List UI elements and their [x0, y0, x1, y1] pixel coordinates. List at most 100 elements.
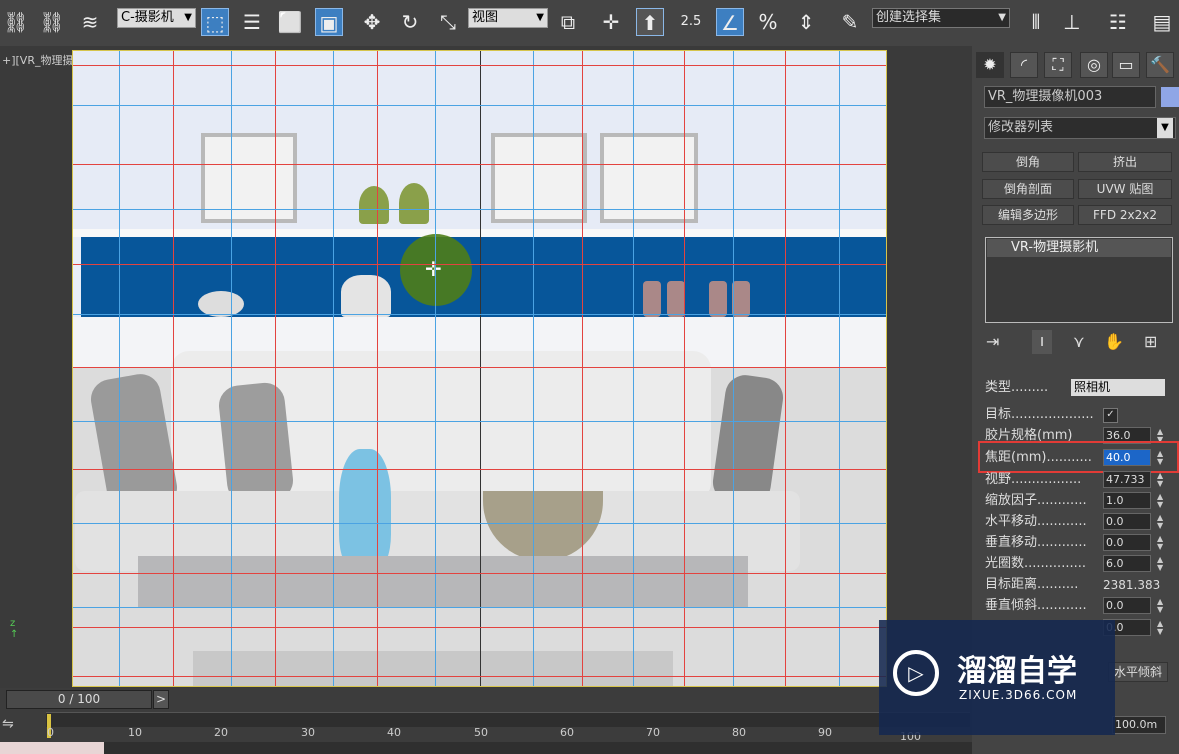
track-bar-icon[interactable]: ⇋: [2, 716, 26, 736]
unlink-icon[interactable]: ⛓: [38, 8, 66, 36]
grid-line: [73, 209, 886, 210]
scale-icon[interactable]: ⤡: [434, 8, 462, 36]
pin-stack-icon[interactable]: ⇥: [986, 332, 999, 351]
jar: [732, 281, 750, 317]
spinner-icon[interactable]: ▲ ▼: [1157, 493, 1163, 509]
grid-line: [73, 607, 886, 608]
modifier-button-bevel-profile[interactable]: 倒角剖面: [982, 179, 1074, 199]
modifier-button-bevel[interactable]: 倒角: [982, 152, 1074, 172]
tick-label: 10: [128, 726, 142, 739]
modifier-button-ffd[interactable]: FFD 2x2x2: [1078, 205, 1172, 225]
angle-snap-icon[interactable]: ∠: [716, 8, 744, 36]
configure-modifier-sets-icon[interactable]: ⊞: [1144, 332, 1157, 351]
modify-tab-icon[interactable]: ◜: [1010, 52, 1038, 78]
pivot-center-icon[interactable]: ⧉: [554, 8, 582, 36]
ribbon-icon[interactable]: ▤: [1148, 8, 1176, 36]
keyboard-shortcut-override-icon[interactable]: ⬆: [636, 8, 664, 36]
modifier-stack[interactable]: VR-物理摄影机: [985, 237, 1173, 323]
mirror-icon[interactable]: ⫴: [1022, 8, 1050, 36]
modifier-button-extrude[interactable]: 挤出: [1078, 152, 1172, 172]
spinner-icon[interactable]: ▲ ▼: [1157, 450, 1163, 466]
reference-coordinate-dropdown[interactable]: 视图 ▼: [468, 8, 548, 28]
rotate-icon[interactable]: ↻: [396, 8, 424, 36]
zoom-factor-input[interactable]: 1.0: [1103, 492, 1151, 509]
vertical-shift-input[interactable]: 0.0: [1103, 534, 1151, 551]
param-label: 目标....................: [985, 407, 1094, 422]
create-tab-icon[interactable]: ✹: [976, 52, 1004, 78]
selection-filter-dropdown[interactable]: C-摄影机 ▼: [117, 8, 196, 28]
vertical-tilt-input[interactable]: 0.0: [1103, 597, 1151, 614]
grid-line: [633, 51, 634, 686]
jar: [667, 281, 685, 317]
object-name-field[interactable]: VR_物理摄像机003: [984, 86, 1156, 108]
spinner-icon[interactable]: ▲ ▼: [1157, 535, 1163, 551]
grid-line: [582, 51, 583, 686]
bottom-value-input[interactable]: 100.0m: [1112, 716, 1166, 734]
status-bar-left: [0, 742, 104, 754]
select-by-name-icon[interactable]: ☰: [238, 8, 266, 36]
grid-line: [684, 51, 685, 686]
show-end-result-icon[interactable]: Ⅰ: [1032, 330, 1052, 354]
watermark-brand: 溜溜自学: [957, 654, 1077, 689]
watermark-url: ZIXUE.3D66.COM: [959, 688, 1078, 702]
f-number-input[interactable]: 6.0: [1103, 555, 1151, 572]
modifier-list-dropdown[interactable]: 修改器列表 ▼: [984, 117, 1176, 139]
param-zoom-factor: 缩放因子............ 1.0 ▲ ▼: [985, 491, 1170, 511]
utilities-tab-icon[interactable]: 🔨: [1146, 52, 1174, 78]
status-bar: [104, 742, 972, 754]
spinner-icon[interactable]: ▲ ▼: [1157, 514, 1163, 530]
grid-line: [839, 51, 840, 686]
percent-snap-icon[interactable]: %: [754, 8, 782, 36]
fov-input[interactable]: 47.733: [1103, 471, 1151, 488]
horizontal-shift-input[interactable]: 0.0: [1103, 513, 1151, 530]
spinner-snap-icon[interactable]: ⇕: [792, 8, 820, 36]
time-slider[interactable]: 0 / 100: [6, 690, 152, 709]
param-focal-length: 焦距(mm)........... 40.0 ▲ ▼: [985, 448, 1170, 468]
modifier-stack-item[interactable]: VR-物理摄影机: [987, 239, 1171, 257]
select-object-icon[interactable]: ⬚: [201, 8, 229, 36]
focal-length-input[interactable]: 40.0: [1103, 449, 1151, 466]
grid-line: [785, 51, 786, 686]
spinner-icon[interactable]: ▲ ▼: [1157, 620, 1163, 636]
motion-tab-icon[interactable]: ◎: [1080, 52, 1108, 78]
grid-line: [377, 51, 378, 686]
link-icon[interactable]: ⛓: [2, 8, 30, 36]
grid-line: [173, 51, 174, 686]
rectangular-selection-icon[interactable]: ⬜: [276, 8, 304, 36]
modifier-button-edit-poly[interactable]: 编辑多边形: [982, 205, 1074, 225]
camera-view-render[interactable]: ✛: [72, 50, 887, 687]
targeted-checkbox[interactable]: ✓: [1103, 408, 1118, 423]
named-selection-dropdown[interactable]: 创建选择集 ▼: [872, 8, 1010, 28]
horizontal-tilt-button[interactable]: 水平倾斜: [1108, 662, 1168, 682]
camera-type-dropdown[interactable]: 照相机: [1071, 379, 1165, 396]
hierarchy-tab-icon[interactable]: ⛶: [1044, 52, 1072, 78]
layer-manager-icon[interactable]: ☷: [1104, 8, 1132, 36]
move-icon[interactable]: ✥: [358, 8, 386, 36]
deer-ornament: [341, 275, 391, 317]
display-tab-icon[interactable]: ▭: [1112, 52, 1140, 78]
chevron-down-icon: ▼: [536, 12, 544, 23]
spinner-icon[interactable]: ▲ ▼: [1157, 472, 1163, 488]
next-frame-button[interactable]: >: [153, 690, 169, 709]
modifier-button-uvw-map[interactable]: UVW 贴图: [1078, 179, 1172, 199]
spinner-icon[interactable]: ▲ ▼: [1157, 556, 1163, 572]
snap-toggle-icon[interactable]: 2.5: [677, 8, 705, 36]
edit-named-selection-icon[interactable]: ✎: [836, 8, 864, 36]
grid-line: [73, 65, 886, 66]
remove-modifier-icon[interactable]: ✋: [1104, 332, 1124, 351]
align-icon[interactable]: ⊥: [1058, 8, 1086, 36]
object-color-swatch[interactable]: [1161, 87, 1179, 107]
spinner-icon[interactable]: ▲ ▼: [1157, 598, 1163, 614]
grid-line: [73, 573, 886, 574]
select-manipulate-icon[interactable]: ✛: [597, 8, 625, 36]
make-unique-icon[interactable]: ⋎: [1073, 332, 1085, 351]
grid-line: [73, 421, 886, 422]
param-label: 垂直倾斜............: [985, 598, 1087, 613]
window-crossing-icon[interactable]: ▣: [315, 8, 343, 36]
param-type: 类型......... 照相机: [985, 378, 1170, 398]
tick-label: 90: [818, 726, 832, 739]
bind-space-warp-icon[interactable]: ≋: [76, 8, 104, 36]
tick-label: 60: [560, 726, 574, 739]
blue-vase: [339, 449, 391, 571]
track-bar[interactable]: [46, 712, 970, 727]
